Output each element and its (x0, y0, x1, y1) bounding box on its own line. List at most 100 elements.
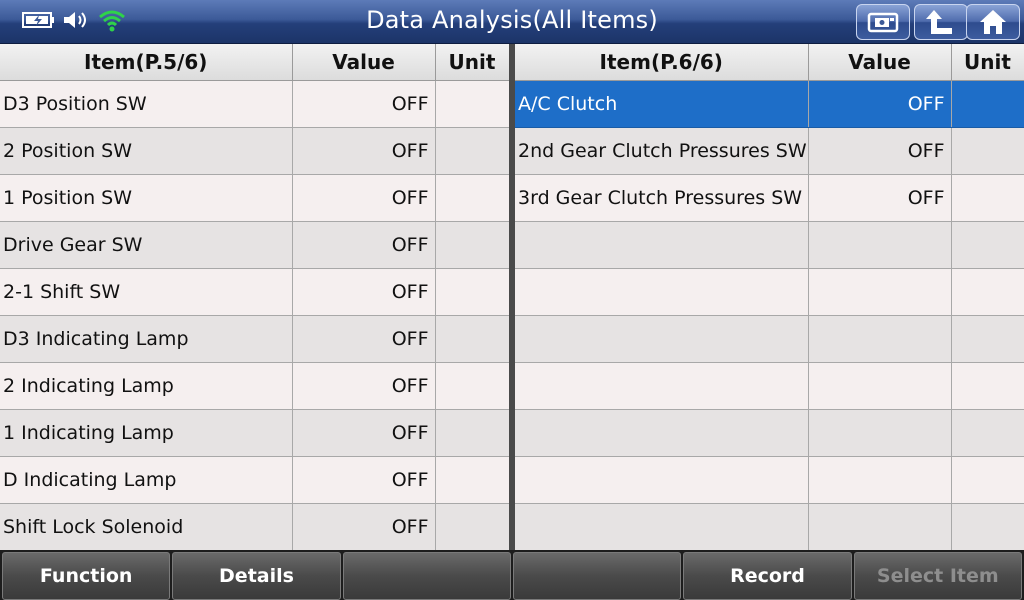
item-unit (951, 80, 1024, 128)
item-unit (951, 221, 1024, 269)
empty-button-4[interactable] (512, 552, 682, 600)
table-row[interactable]: D3 Position SW OFF (0, 80, 510, 128)
item-value (808, 409, 952, 457)
item-name: 2nd Gear Clutch Pressures SW (515, 127, 809, 175)
item-unit (435, 221, 510, 269)
item-value (808, 315, 952, 363)
item-unit (951, 503, 1024, 551)
record-button[interactable]: Record (683, 552, 852, 600)
column-header-value: Value (808, 44, 952, 81)
item-unit (435, 127, 510, 175)
screenshot-button[interactable] (856, 4, 910, 40)
item-unit (435, 362, 510, 410)
item-name: 2 Position SW (0, 127, 293, 175)
item-name: D3 Position SW (0, 80, 293, 128)
item-name: 1 Position SW (0, 174, 293, 222)
item-unit (435, 409, 510, 457)
column-header-unit: Unit (435, 44, 510, 81)
table-row[interactable]: 2 Position SW OFF (0, 127, 510, 175)
item-value: OFF (808, 127, 952, 175)
back-button[interactable] (914, 4, 968, 40)
table-row[interactable]: Shift Lock Solenoid OFF (0, 503, 510, 551)
table-row[interactable]: 1 Position SW OFF (0, 174, 510, 222)
item-value (808, 503, 952, 551)
column-header-item: Item(P.6/6) (515, 44, 809, 81)
home-icon (978, 8, 1008, 36)
item-unit (435, 268, 510, 316)
table-row[interactable] (515, 362, 1024, 410)
select-item-button: Select Item (853, 552, 1022, 600)
item-unit (435, 503, 510, 551)
table-row[interactable] (515, 456, 1024, 504)
item-name (515, 268, 809, 316)
item-value: OFF (292, 362, 436, 410)
item-unit (951, 268, 1024, 316)
item-name: D Indicating Lamp (0, 456, 293, 504)
function-button[interactable]: Function (2, 552, 171, 600)
table-row[interactable]: 3rd Gear Clutch Pressures SW OFF (515, 174, 1024, 222)
item-unit (951, 174, 1024, 222)
table-row[interactable]: 2-1 Shift SW OFF (0, 268, 510, 316)
item-unit (951, 409, 1024, 457)
item-unit (435, 456, 510, 504)
item-name: 1 Indicating Lamp (0, 409, 293, 457)
item-name: A/C Clutch (515, 80, 809, 128)
column-header-value: Value (292, 44, 436, 81)
table-row[interactable]: D3 Indicating Lamp OFF (0, 315, 510, 363)
screenshot-icon (866, 10, 900, 34)
item-name: Drive Gear SW (0, 221, 293, 269)
item-name: 2 Indicating Lamp (0, 362, 293, 410)
item-unit (435, 315, 510, 363)
table-row[interactable]: 2 Indicating Lamp OFF (0, 362, 510, 410)
back-arrow-icon (926, 8, 956, 36)
item-value: OFF (292, 127, 436, 175)
table-row-selected[interactable]: A/C Clutch OFF (515, 80, 1024, 128)
item-name: Shift Lock Solenoid (0, 503, 293, 551)
item-name: 3rd Gear Clutch Pressures SW (515, 174, 809, 222)
item-value (808, 221, 952, 269)
item-value: OFF (292, 456, 436, 504)
item-unit (951, 315, 1024, 363)
item-value: OFF (292, 409, 436, 457)
item-name: 2-1 Shift SW (0, 268, 293, 316)
item-name (515, 315, 809, 363)
table-row[interactable]: Drive Gear SW OFF (0, 221, 510, 269)
item-name (515, 362, 809, 410)
item-value: OFF (808, 174, 952, 222)
table-header: Item(P.5/6) Value Unit (0, 44, 510, 81)
item-unit (951, 362, 1024, 410)
item-name (515, 221, 809, 269)
item-name (515, 456, 809, 504)
bottom-toolbar: Function Details Record Select Item (0, 550, 1024, 600)
item-value: OFF (808, 80, 952, 128)
details-button[interactable]: Details (172, 552, 341, 600)
item-value: OFF (292, 174, 436, 222)
item-name (515, 503, 809, 551)
table-row[interactable]: 1 Indicating Lamp OFF (0, 409, 510, 457)
item-value (808, 362, 952, 410)
item-unit (435, 80, 510, 128)
item-value: OFF (292, 80, 436, 128)
item-value: OFF (292, 268, 436, 316)
item-value: OFF (292, 315, 436, 363)
table-row[interactable]: 2nd Gear Clutch Pressures SW OFF (515, 127, 1024, 175)
item-value (808, 456, 952, 504)
table-row[interactable] (515, 268, 1024, 316)
item-unit (951, 127, 1024, 175)
item-name: D3 Indicating Lamp (0, 315, 293, 363)
item-unit (951, 456, 1024, 504)
table-header: Item(P.6/6) Value Unit (515, 44, 1024, 81)
item-value: OFF (292, 503, 436, 551)
table-row[interactable] (515, 315, 1024, 363)
table-row[interactable]: D Indicating Lamp OFF (0, 456, 510, 504)
column-header-item: Item(P.5/6) (0, 44, 293, 81)
item-value (808, 268, 952, 316)
item-name (515, 409, 809, 457)
table-row[interactable] (515, 409, 1024, 457)
empty-button-3[interactable] (342, 552, 511, 600)
table-row[interactable] (515, 221, 1024, 269)
table-row[interactable] (515, 503, 1024, 551)
home-button[interactable] (966, 4, 1020, 40)
column-header-unit: Unit (951, 44, 1024, 81)
item-unit (435, 174, 510, 222)
